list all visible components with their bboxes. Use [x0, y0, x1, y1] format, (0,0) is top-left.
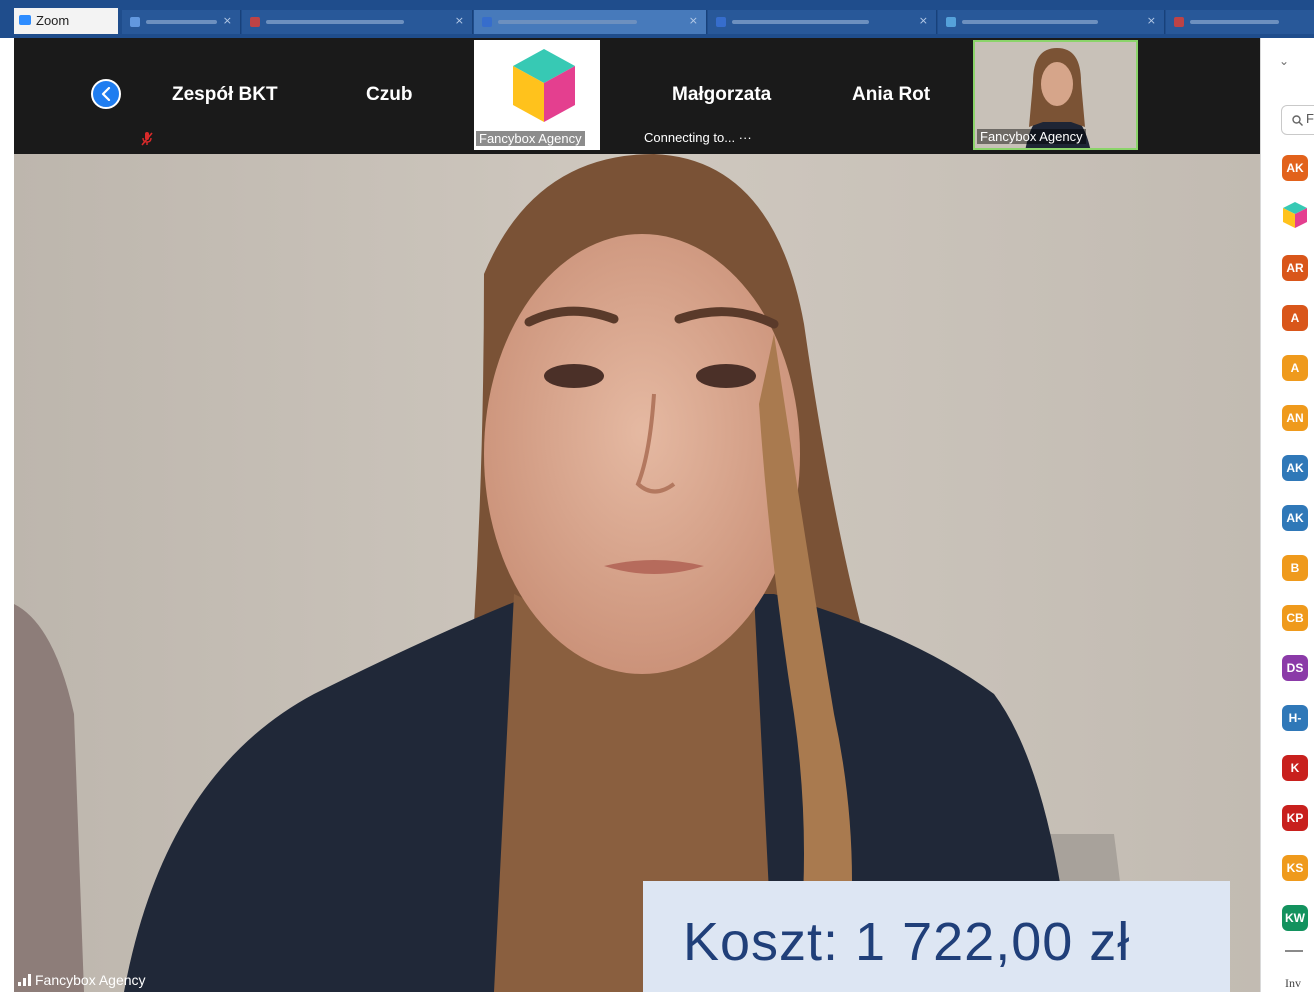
- browser-tab-strip: Zoom Meeting × × × × ×: [0, 0, 1314, 38]
- connecting-status: Connecting to... ···: [644, 130, 752, 145]
- invite-button[interactable]: Inv: [1285, 976, 1301, 991]
- main-speaker-video: Fancybox Agency Koszt: 1 722,00 zł: [14, 154, 1260, 992]
- browser-tab[interactable]: ×: [474, 10, 707, 34]
- participant-avatar[interactable]: A: [1282, 355, 1308, 381]
- participant-name: Czub: [366, 84, 413, 105]
- participant-name: Ania Rot: [852, 84, 931, 105]
- participant-avatar[interactable]: AK: [1282, 505, 1308, 531]
- browser-tab[interactable]: ×: [708, 10, 937, 34]
- mic-muted-icon: [141, 132, 153, 146]
- tile-name-label: Fancybox Agency: [977, 129, 1086, 144]
- participant-avatar[interactable]: AK: [1282, 155, 1308, 181]
- participant-avatar[interactable]: AK: [1282, 455, 1308, 481]
- window-title: Zoom Meeting: [36, 13, 70, 28]
- chevron-down-icon[interactable]: ⌄: [1279, 54, 1289, 68]
- participant-avatar[interactable]: AN: [1282, 405, 1308, 431]
- participant-avatar[interactable]: A: [1282, 305, 1308, 331]
- participant-name: Zespół BKT: [172, 84, 278, 105]
- participant-video-tile[interactable]: Fancybox Agency: [474, 40, 600, 150]
- speaker-name-label: Fancybox Agency: [18, 972, 146, 988]
- participant-avatar[interactable]: CB: [1282, 605, 1308, 631]
- list-divider: [1285, 950, 1303, 952]
- previous-page-button[interactable]: [91, 79, 121, 109]
- fancybox-avatar-icon[interactable]: [1282, 201, 1308, 229]
- participant-avatar[interactable]: KP: [1282, 805, 1308, 831]
- participants-panel: ⌄ F AK AR A A AN AK AK B CB DS H- K KP KS KW Inv: [1260, 38, 1314, 992]
- cost-text: Koszt: 1 722,00 zł: [683, 912, 1131, 972]
- cost-overlay: Koszt: 1 722,00 zł: [643, 881, 1230, 992]
- browser-tab[interactable]: [1166, 10, 1314, 34]
- participant-avatar[interactable]: KW: [1282, 905, 1308, 931]
- participant-avatar[interactable]: K: [1282, 755, 1308, 781]
- chevron-left-icon: [101, 87, 111, 101]
- participant-video-tile[interactable]: Fancybox Agency: [973, 40, 1138, 150]
- speaker-name: Fancybox Agency: [35, 972, 146, 988]
- participant-avatar[interactable]: DS: [1282, 655, 1308, 681]
- participant-name: Małgorzata: [672, 84, 772, 105]
- search-placeholder: F: [1306, 111, 1314, 126]
- browser-tab[interactable]: ×: [122, 10, 241, 34]
- search-icon: [1292, 115, 1303, 126]
- participant-thumbnail-strip: Zespół BKT Czub Fancybox Agency Małgorza…: [14, 38, 1260, 154]
- tile-name-label: Fancybox Agency: [476, 131, 585, 146]
- participant-avatar[interactable]: B: [1282, 555, 1308, 581]
- participant-avatar[interactable]: AR: [1282, 255, 1308, 281]
- participant-avatar[interactable]: H-: [1282, 705, 1308, 731]
- speaker-video-frame: [14, 154, 1260, 992]
- fancybox-cube-logo: [513, 49, 575, 122]
- participant-search-input[interactable]: F: [1281, 105, 1314, 135]
- signal-strength-icon: [18, 974, 31, 986]
- zoom-window-tab[interactable]: Zoom Meeting: [14, 8, 118, 34]
- participant-avatar[interactable]: KS: [1282, 855, 1308, 881]
- browser-tab[interactable]: ×: [938, 10, 1165, 34]
- zoom-logo-icon: [19, 15, 31, 25]
- browser-tab[interactable]: ×: [242, 10, 473, 34]
